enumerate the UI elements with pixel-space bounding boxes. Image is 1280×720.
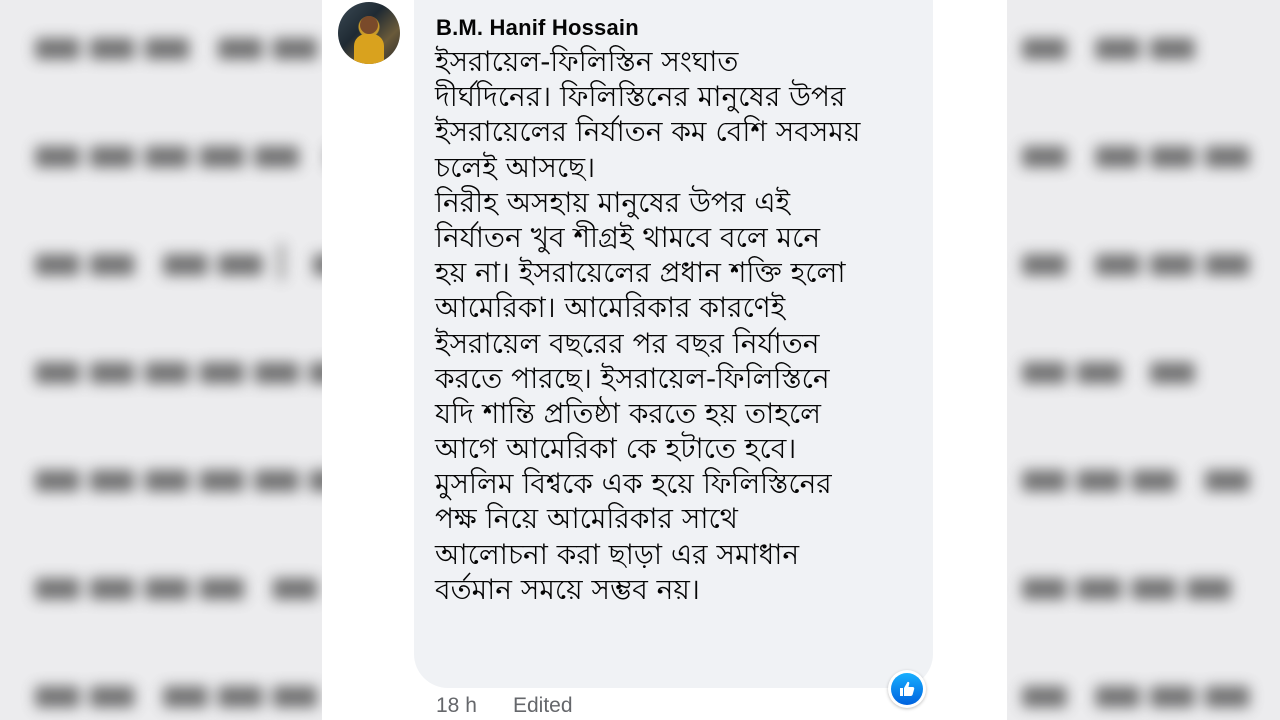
comment-author[interactable]: B.M. Hanif Hossain (436, 15, 639, 41)
comment-text: ইসরায়েল-ফিলিস্তিন সংঘাত দীর্ঘদিনের। ফিল… (435, 44, 925, 607)
comment-timestamp[interactable]: 18 h (436, 694, 477, 718)
blurred-background-left: ▬▬▬ ▬▬ ▬▬▬▬▬ ▬ ▬▬ ▬▬। ▬ ▬▬▬▬▬▬ ▬▬▬▬▬▬ ▬▬… (0, 0, 322, 720)
avatar-shirt (354, 34, 384, 64)
like-reaction-badge[interactable] (888, 670, 926, 708)
like-icon (891, 673, 923, 705)
comment-line: দীর্ঘদিনের। ফিলিস্তিনের মানুষের উপর (435, 80, 846, 114)
blurred-background-right: ▬ ▬▬ ▬ ▬▬▬ ▬ ▬▬▬ ▬▬ ▬ ▬▬▬ ▬ ▬▬▬▬ ▬ ▬▬▬ (1007, 0, 1280, 720)
comment-line: ইসরায়েলের নির্যাতন কম বেশি সবসময় (435, 115, 861, 149)
comment-line: হয় না। ইসরায়েলের প্রধান শক্তি হলো (435, 256, 846, 290)
comment-panel: B.M. Hanif Hossain ইসরায়েল-ফিলিস্তিন সং… (322, 0, 1007, 720)
comment-line: করতে পারছে। ইসরায়েল-ফিলিস্তিনে (435, 361, 830, 395)
blurred-text-right: ▬ ▬▬ ▬ ▬▬▬ ▬ ▬▬▬ ▬▬ ▬ ▬▬▬ ▬ ▬▬▬▬ ▬ ▬▬▬ (1017, 10, 1255, 720)
comment-bubble: B.M. Hanif Hossain ইসরায়েল-ফিলিস্তিন সং… (414, 0, 933, 688)
edited-label[interactable]: Edited (513, 694, 573, 718)
comment-line: বর্তমান সময়ে সম্ভব নয়। (435, 572, 700, 606)
comment-line: নিরীহ অসহায় মানুষের উপর এই (435, 185, 791, 219)
comment-line: পক্ষ নিয়ে আমেরিকার সাথে (435, 502, 738, 536)
comment-line: চলেই আসছে। (435, 150, 596, 184)
comment-line: নির্যাতন খুব শীগ্রই থামবে বলে মনে (435, 220, 821, 254)
comment-line: যদি শান্তি প্রতিষ্ঠা করতে হয় তাহলে (435, 396, 822, 430)
comment-line: মুসলিম বিশ্বকে এক হয়ে ফিলিস্তিনের (435, 467, 832, 501)
comment-line: আলোচনা করা ছাড়া এর সমাধান (435, 537, 800, 571)
avatar-face (360, 16, 378, 34)
comment-line: ইসরায়েল বছরের পর বছর নির্যাতন (435, 326, 820, 360)
comment-line: আগে আমেরিকা কে হটাতে হবে। (435, 432, 797, 466)
comment-line: ইসরায়েল-ফিলিস্তিন সংঘাত (435, 45, 739, 78)
comment-line: আমেরিকা। আমেরিকার কারণেই (435, 291, 786, 325)
blurred-text-left: ▬▬▬ ▬▬ ▬▬▬▬▬ ▬ ▬▬ ▬▬। ▬ ▬▬▬▬▬▬ ▬▬▬▬▬▬ ▬▬… (30, 10, 322, 720)
avatar[interactable] (338, 2, 400, 64)
